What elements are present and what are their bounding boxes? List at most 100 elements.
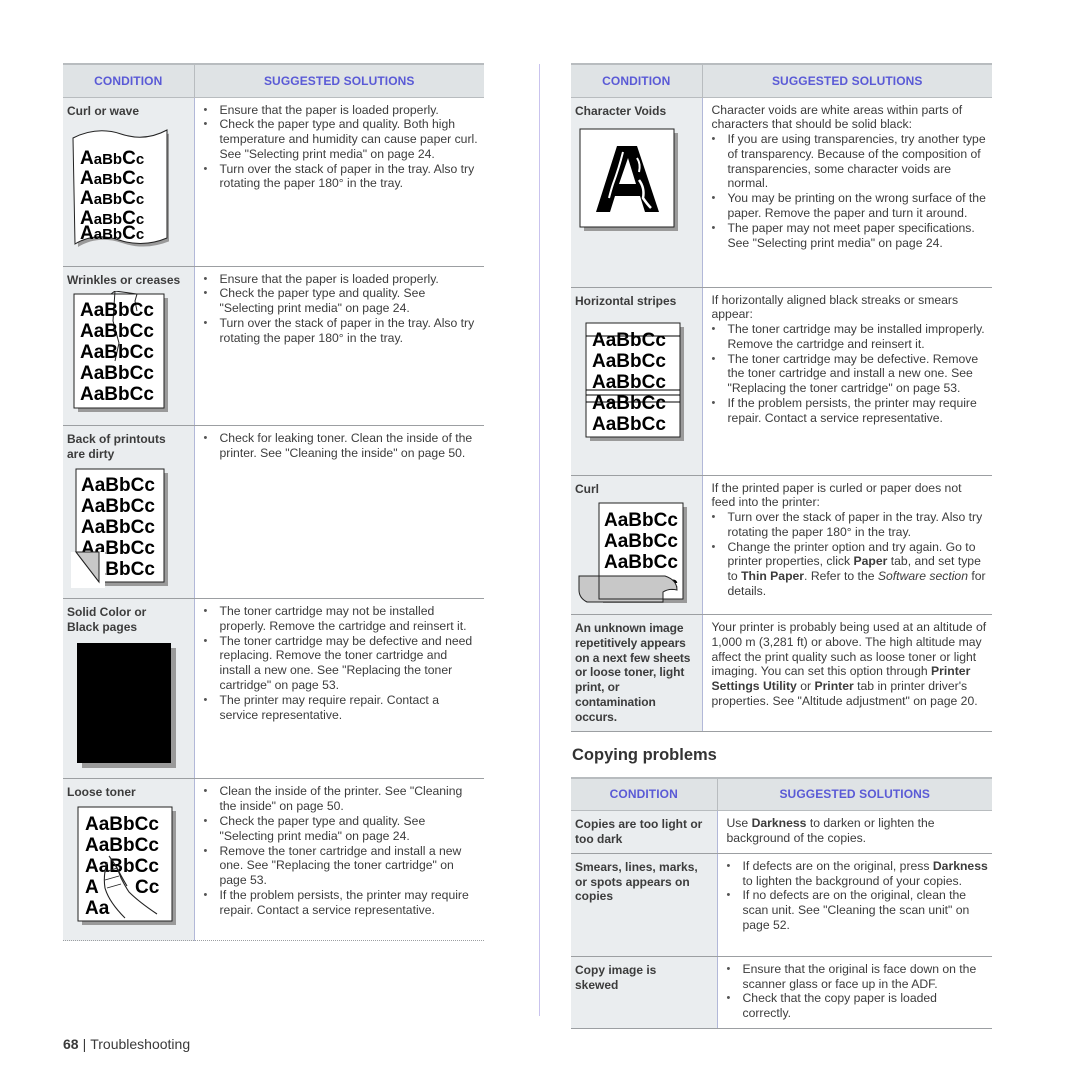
solution-item: Check the paper type and quality. See "S… bbox=[204, 286, 481, 316]
text-run: Use bbox=[726, 816, 752, 831]
solution-cell: Character voids are white areas within p… bbox=[702, 97, 992, 288]
solution-cell: Ensure that the original is face down on… bbox=[717, 956, 992, 1029]
solution-cell: Check for leaking toner. Clean the insid… bbox=[194, 425, 484, 600]
svg-text:AaBbCc: AaBbCc bbox=[592, 414, 666, 435]
solution-item: The toner cartridge may not be installed… bbox=[204, 604, 481, 634]
table-row: Back of printouts are dirty AaBbCc AaBbC… bbox=[63, 425, 484, 600]
sample-text: AaBbCc bbox=[604, 510, 678, 531]
solution-item: Check for leaking toner. Clean the insid… bbox=[204, 431, 481, 461]
solution-cell: Clean the inside of the printer. See "Cl… bbox=[194, 778, 484, 942]
solution-item: If the problem persists, the printer may… bbox=[204, 888, 481, 918]
solution-list: Ensure that the paper is loaded properly… bbox=[204, 272, 481, 346]
black-page-icon bbox=[77, 642, 190, 773]
header-condition: CONDITION bbox=[571, 776, 718, 812]
solution-item: Turn over the stack of paper in the tray… bbox=[204, 162, 481, 192]
svg-text:AaBbCc: AaBbCc bbox=[85, 835, 159, 856]
solution-item: If defects are on the original, press Da… bbox=[727, 859, 989, 889]
sample-text: AaBbCc bbox=[81, 475, 155, 496]
solution-cell: If horizontally aligned black streaks or… bbox=[702, 287, 992, 476]
solution-list: Ensure that the paper is loaded properly… bbox=[204, 103, 481, 192]
solution-item: The paper may not meet paper specificati… bbox=[712, 221, 989, 251]
solution-list: Check for leaking toner. Clean the insid… bbox=[204, 431, 481, 461]
sample-text: AaBbCc bbox=[85, 814, 159, 835]
condition-label: Wrinkles or creases bbox=[67, 272, 181, 287]
solution-intro: If horizontally aligned black streaks or… bbox=[711, 292, 959, 322]
bold-term: Printer bbox=[814, 679, 854, 694]
condition-label: Copies are too light or too dark bbox=[575, 817, 703, 846]
table-row: An unknown image repetitively appears on… bbox=[571, 614, 992, 732]
striped-paper-icon: AaBbCc AaBbCc AaBbCc AaBbCc AaBbCc bbox=[585, 322, 698, 446]
solution-item: The printer may require repair. Contact … bbox=[204, 693, 481, 723]
table-row: Character Voids Character voids are whit… bbox=[571, 97, 992, 288]
condition-cell: Copy image is skewed bbox=[571, 956, 718, 1029]
column-divider bbox=[539, 64, 540, 1016]
svg-text:AaBbCc: AaBbCc bbox=[80, 342, 154, 363]
condition-cell: Solid Color or Black pages bbox=[63, 598, 195, 780]
solution-item: Remove the toner cartridge and install a… bbox=[204, 844, 481, 888]
table-row: Smears, lines, marks, or spots appears o… bbox=[571, 853, 992, 957]
table-header-row: CONDITION SUGGESTED SOLUTIONS bbox=[571, 63, 992, 98]
condition-label: Curl bbox=[575, 481, 599, 496]
right-column: CONDITION SUGGESTED SOLUTIONS Character … bbox=[571, 63, 992, 1029]
bold-term: Thin Paper bbox=[741, 569, 805, 584]
solution-paragraph: Your printer is probably being used at a… bbox=[712, 620, 989, 709]
dirty-back-paper-icon: AaBbCc AaBbCc AaBbCc AaBbCc AaBbCc bbox=[71, 466, 190, 592]
svg-text:Cc: Cc bbox=[135, 877, 160, 898]
solution-list: Turn over the stack of paper in the tray… bbox=[712, 510, 989, 599]
solution-list: Clean the inside of the printer. See "Cl… bbox=[204, 784, 481, 917]
svg-text:AaBbCc: AaBbCc bbox=[80, 384, 154, 405]
bold-term: Darkness bbox=[932, 858, 988, 873]
text-run: If defects are on the original, press bbox=[742, 858, 933, 873]
condition-cell: Smears, lines, marks, or spots appears o… bbox=[571, 853, 718, 957]
header-solutions: SUGGESTED SOLUTIONS bbox=[717, 776, 992, 812]
svg-text:AaBbCc: AaBbCc bbox=[604, 552, 678, 573]
solution-item: Clean the inside of the printer. See "Cl… bbox=[204, 784, 481, 814]
bold-term: Paper bbox=[853, 554, 888, 569]
solution-intro: If the printed paper is curled or paper … bbox=[711, 480, 962, 510]
curled-paper-icon: AaBbCc AaBbCc AaBbCc AaBbCc AaBbCc bbox=[71, 126, 190, 252]
svg-text:AaBbCc: AaBbCc bbox=[81, 496, 155, 517]
svg-text:Aa: Aa bbox=[85, 898, 110, 919]
page-number: 68 bbox=[63, 1036, 79, 1052]
solution-list: The toner cartridge may not be installed… bbox=[204, 604, 481, 722]
condition-label: An unknown image repetitively appears on… bbox=[575, 621, 691, 724]
table-row: Curl or wave AaBbCc AaBbCc AaBbCc AaBbCc… bbox=[63, 97, 484, 267]
svg-text:AaBbCc: AaBbCc bbox=[592, 393, 666, 414]
condition-label: Loose toner bbox=[67, 785, 136, 800]
solution-list: If defects are on the original, press Da… bbox=[727, 859, 989, 933]
sample-text: AaBbCc bbox=[80, 300, 154, 321]
condition-cell: An unknown image repetitively appears on… bbox=[571, 614, 703, 732]
condition-label: Smears, lines, marks, or spots appears o… bbox=[575, 859, 698, 904]
table-header-row: CONDITION SUGGESTED SOLUTIONS bbox=[571, 776, 992, 812]
condition-label: Solid Color or Black pages bbox=[67, 605, 147, 634]
solution-item: You may be printing on the wrong surface… bbox=[712, 191, 989, 221]
print-quality-table-right: CONDITION SUGGESTED SOLUTIONS Character … bbox=[571, 63, 992, 732]
footer-section-name: Troubleshooting bbox=[90, 1036, 191, 1052]
curled-corner-paper-icon: AaBbCc AaBbCc AaBbCc AaBbCc bbox=[577, 502, 698, 608]
wrinkled-paper-icon: AaBbCc AaBbCc AaBbCc AaBbCc AaBbCc bbox=[71, 290, 190, 419]
print-quality-table-left: CONDITION SUGGESTED SOLUTIONS Curl or wa… bbox=[63, 63, 484, 942]
solution-cell: If the printed paper is curled or paper … bbox=[702, 475, 992, 616]
condition-cell: Character Voids bbox=[571, 97, 703, 288]
condition-cell: Loose toner AaBbCc AaBbCc AaBbCc A Cc Aa bbox=[63, 778, 195, 942]
svg-text:AaBbCc: AaBbCc bbox=[592, 351, 666, 372]
solution-list: The toner cartridge may be installed imp… bbox=[712, 322, 989, 426]
solution-item: Check that the copy paper is loaded corr… bbox=[727, 991, 989, 1021]
condition-cell: Wrinkles or creases AaBbCc AaBbCc AaBbCc… bbox=[63, 266, 195, 427]
bold-term: Darkness bbox=[751, 816, 807, 831]
sample-text: AaBbCc bbox=[80, 148, 144, 169]
solution-item: If the problem persists, the printer may… bbox=[712, 396, 989, 426]
table-row: Solid Color or Black pages The toner car… bbox=[63, 598, 484, 780]
solution-list: If you are using transparencies, try ano… bbox=[712, 132, 989, 250]
solution-item: The toner cartridge may be defective. Re… bbox=[712, 352, 989, 396]
solution-item: Turn over the stack of paper in the tray… bbox=[712, 510, 989, 540]
condition-cell: Back of printouts are dirty AaBbCc AaBbC… bbox=[63, 425, 195, 600]
copying-problems-table: CONDITION SUGGESTED SOLUTIONS Copies are… bbox=[571, 776, 992, 1029]
solution-cell: If defects are on the original, press Da… bbox=[717, 853, 992, 957]
header-condition: CONDITION bbox=[571, 63, 703, 98]
condition-label: Character Voids bbox=[575, 103, 667, 118]
svg-text:AaBbCc: AaBbCc bbox=[85, 856, 159, 877]
sample-text: AaBbCc bbox=[592, 330, 666, 351]
table-row: Curl AaBbCc AaBbCc AaBbCc AaBbCc bbox=[571, 475, 992, 616]
character-void-icon bbox=[579, 128, 698, 236]
